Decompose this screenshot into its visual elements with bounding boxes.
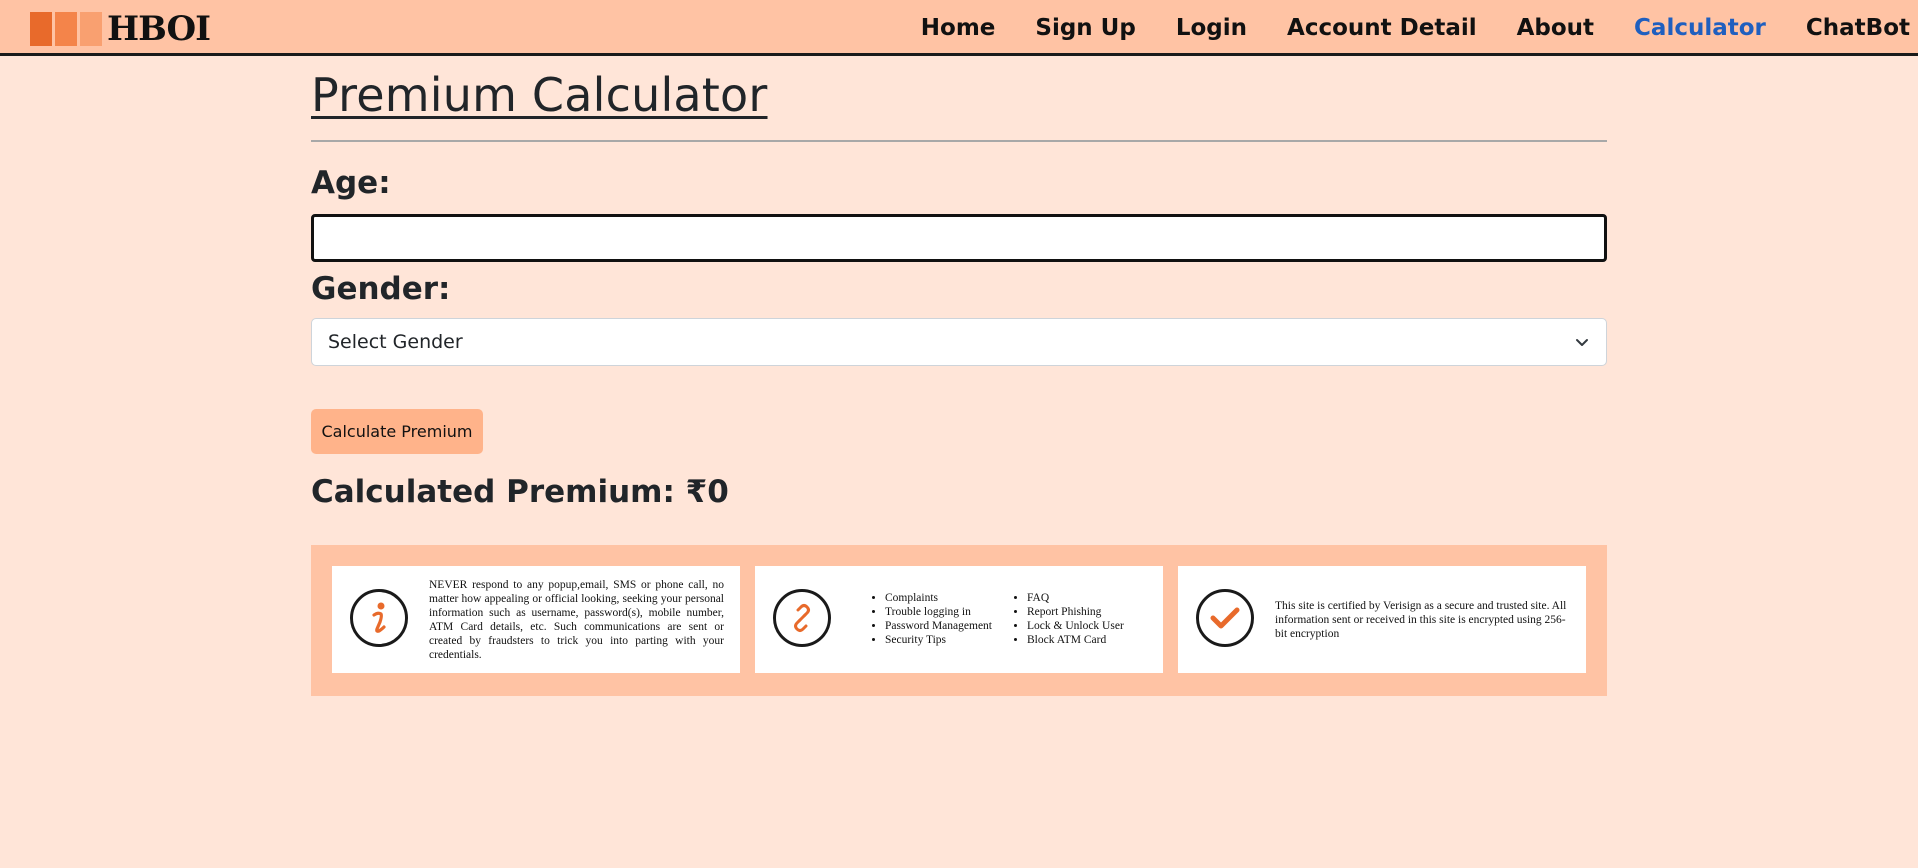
help-links-column-1: Complaints Trouble logging in Password M…	[873, 591, 1015, 647]
nav-link-sign-up[interactable]: Sign Up	[1035, 15, 1135, 41]
nav-links: Home Sign Up Login Account Detail About …	[881, 0, 1918, 56]
age-input[interactable]	[311, 214, 1607, 262]
logo-block-3	[80, 12, 102, 46]
logo-block-2	[55, 12, 77, 46]
checkmark-icon	[1196, 589, 1254, 647]
gender-label: Gender:	[311, 271, 451, 307]
nav-link-calculator[interactable]: Calculator	[1634, 15, 1766, 41]
top-navbar: HBOI Home Sign Up Login Account Detail A…	[0, 0, 1918, 56]
title-divider	[311, 140, 1607, 142]
nav-link-chatbot[interactable]: ChatBot	[1806, 15, 1910, 41]
link-password-management[interactable]: Password Management	[885, 619, 1015, 633]
link-trouble-logging-in[interactable]: Trouble logging in	[885, 605, 1015, 619]
info-card-links: Complaints Trouble logging in Password M…	[755, 566, 1163, 673]
gender-select[interactable]: Select Gender	[311, 318, 1607, 366]
nav-link-login[interactable]: Login	[1176, 15, 1247, 41]
link-faq[interactable]: FAQ	[1027, 591, 1124, 605]
main-content: Premium Calculator Age: Gender: Select G…	[311, 56, 1607, 696]
logo-text: HBOI	[107, 9, 211, 49]
link-complaints[interactable]: Complaints	[885, 591, 1015, 605]
link-lock-unlock-user[interactable]: Lock & Unlock User	[1027, 619, 1124, 633]
info-card-security: This site is certified by Verisign as a …	[1178, 566, 1586, 673]
help-link-lists: Complaints Trouble logging in Password M…	[873, 591, 1124, 647]
age-label: Age:	[311, 165, 391, 201]
nav-link-home[interactable]: Home	[921, 15, 996, 41]
brand-logo[interactable]: HBOI	[30, 9, 211, 49]
info-strip: NEVER respond to any popup,email, SMS or…	[311, 545, 1607, 696]
nav-link-account-detail[interactable]: Account Detail	[1287, 15, 1477, 41]
link-icon	[773, 589, 831, 647]
phishing-warning-text: NEVER respond to any popup,email, SMS or…	[429, 579, 724, 661]
gender-select-value: Select Gender	[328, 331, 463, 353]
page-title: Premium Calculator	[311, 68, 768, 122]
link-report-phishing[interactable]: Report Phishing	[1027, 605, 1124, 619]
link-block-atm-card[interactable]: Block ATM Card	[1027, 633, 1124, 647]
info-card-warning: NEVER respond to any popup,email, SMS or…	[332, 566, 740, 673]
link-security-tips[interactable]: Security Tips	[885, 633, 1015, 647]
calculate-premium-button[interactable]: Calculate Premium	[311, 409, 483, 454]
logo-block-1	[30, 12, 52, 46]
nav-link-about[interactable]: About	[1517, 15, 1594, 41]
help-links-column-2: FAQ Report Phishing Lock & Unlock User B…	[1015, 591, 1124, 647]
calculated-premium-result: Calculated Premium: ₹0	[311, 474, 729, 510]
info-icon	[350, 589, 408, 647]
verisign-security-text: This site is certified by Verisign as a …	[1275, 600, 1567, 640]
chevron-down-icon	[1576, 339, 1588, 346]
